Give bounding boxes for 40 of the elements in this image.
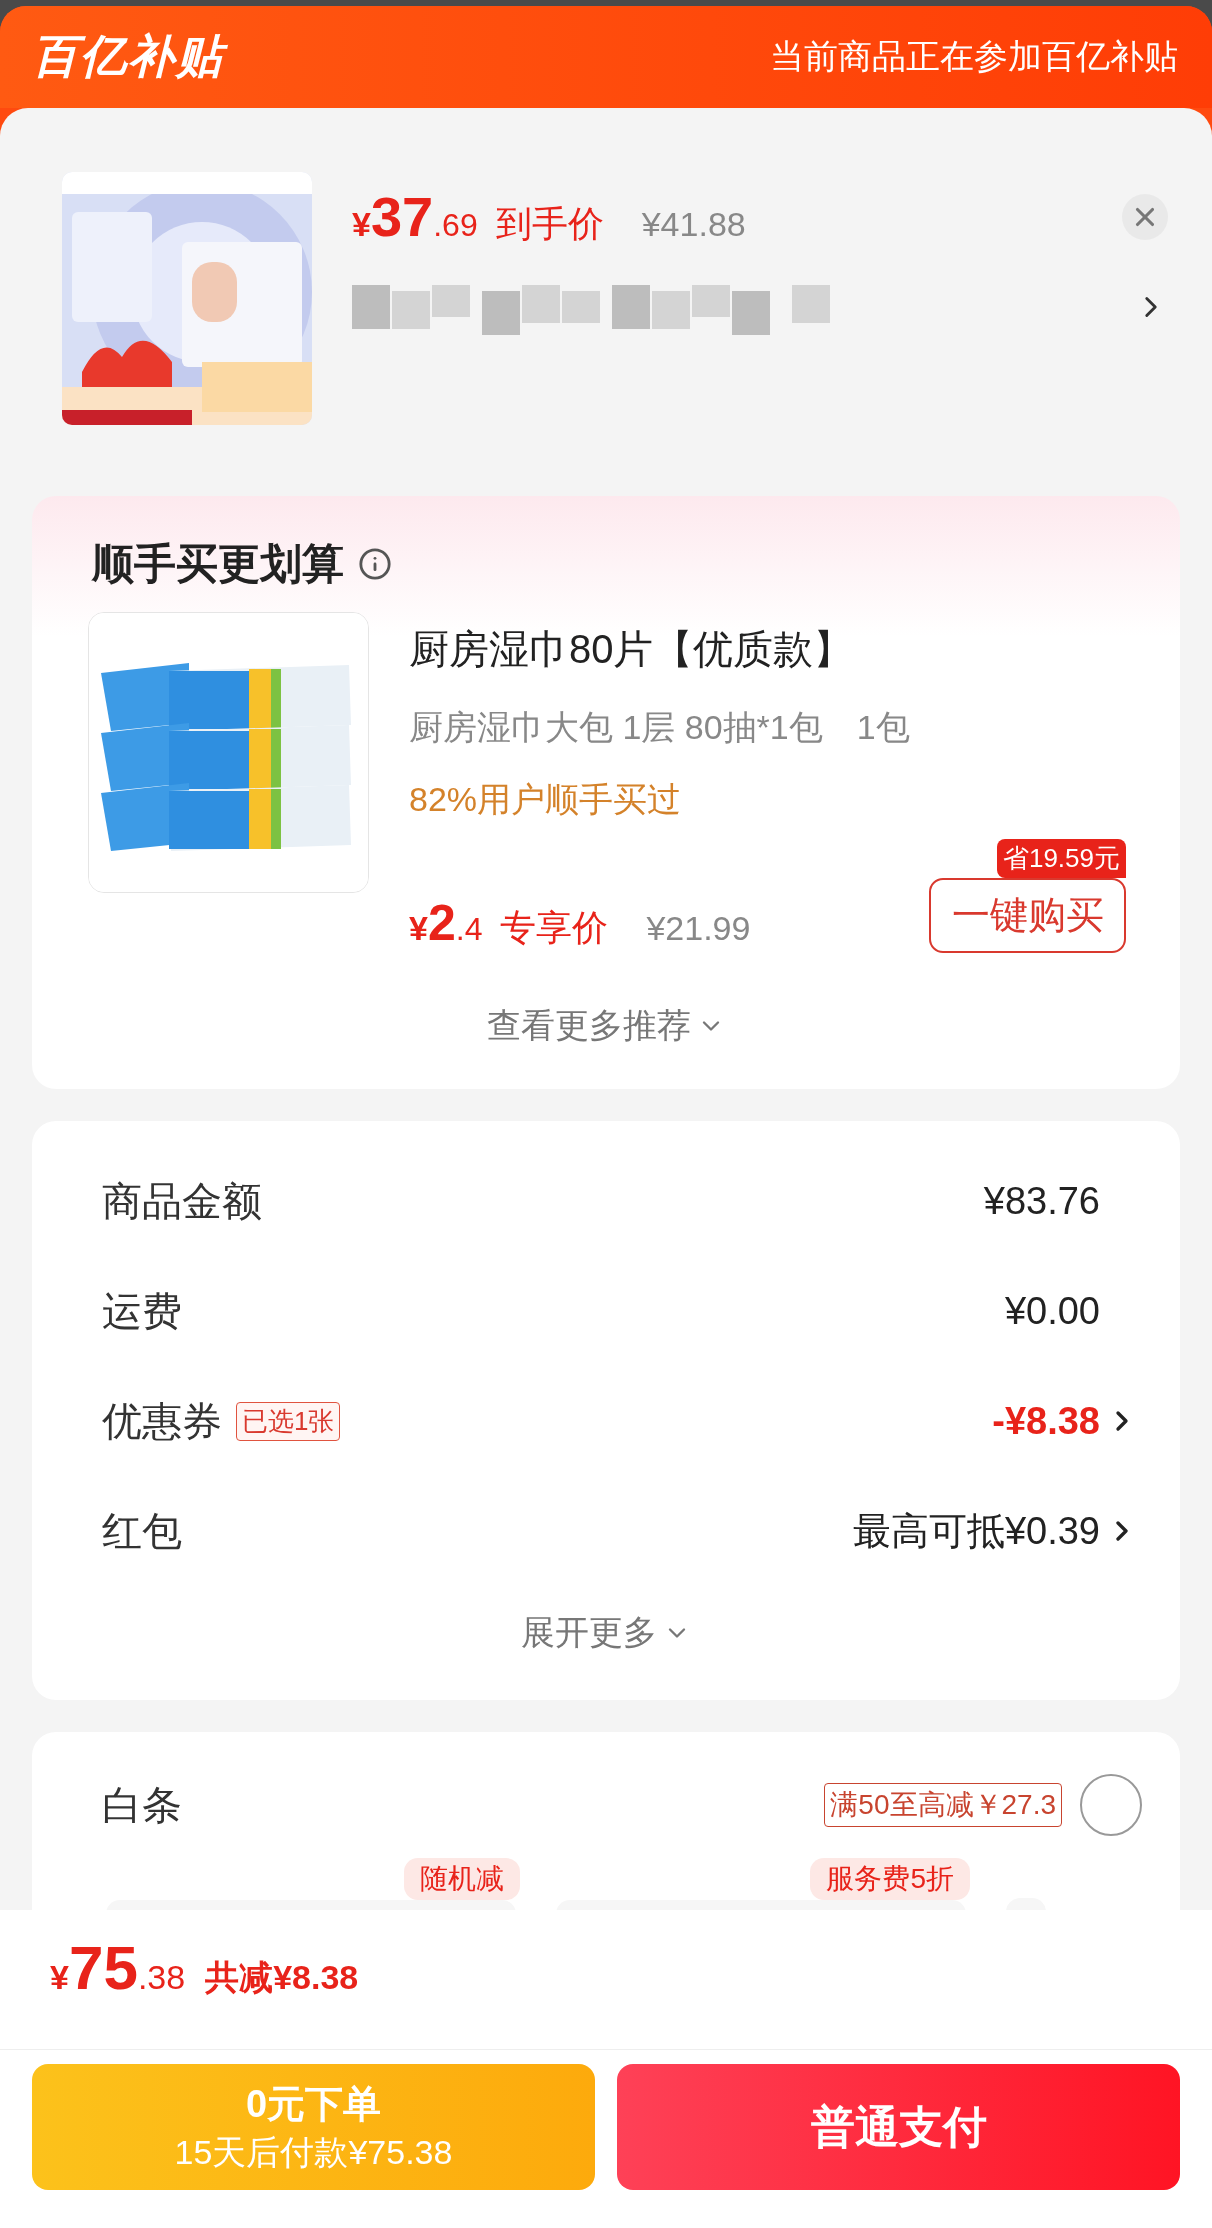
summary-value: -¥8.38 (992, 1399, 1100, 1443)
option-tag: 随机减 (404, 1858, 520, 1900)
one-click-buy-button[interactable]: 一键购买 (929, 878, 1126, 953)
currency-symbol: ¥ (352, 205, 371, 244)
total-savings: 共减¥8.38 (205, 1957, 359, 1998)
price-label: 到手价 (495, 202, 604, 246)
price-decimal: .69 (433, 207, 478, 244)
price-integer: 37 (370, 184, 434, 249)
item-spec: 厨房湿巾大包 1层 80抽*1包 (409, 707, 823, 748)
section-title: 顺手买更划算 (92, 539, 344, 589)
expand-more-link[interactable]: 展开更多 (521, 1610, 691, 1656)
item-name: 厨房湿巾80片【优质款】 (409, 626, 855, 673)
total-decimal: .38 (137, 1958, 186, 1997)
summary-value: 最高可抵¥0.39 (852, 1508, 1100, 1554)
total-integer: 75 (68, 1932, 138, 2003)
summary-value: ¥83.76 (983, 1179, 1100, 1223)
summary-label: 红包 (102, 1507, 182, 1555)
price-label: 专享价 (500, 906, 609, 950)
promo-tag: 满50至高减￥27.3 (824, 1783, 1062, 1827)
option-tag: 服务费5折 (810, 1858, 970, 1900)
more-recommendations-link[interactable]: 查看更多推荐 (487, 1003, 725, 1049)
item-quantity: 1包 (856, 707, 910, 748)
close-button[interactable] (1122, 193, 1168, 240)
currency-symbol: ¥ (50, 1958, 69, 1997)
summary-label: 商品金额 (102, 1177, 262, 1225)
currency-symbol: ¥ (409, 909, 428, 948)
summary-label: 优惠券 (102, 1397, 222, 1445)
subsidy-notice: 当前商品正在参加百亿补贴 (770, 36, 1178, 77)
original-price: ¥41.88 (641, 205, 746, 244)
payment-label: 白条 (102, 1781, 182, 1829)
pay-button[interactable]: 普通支付 (617, 2064, 1180, 2190)
info-icon[interactable] (358, 547, 392, 581)
price-integer: 2 (427, 894, 456, 952)
summary-label: 运费 (102, 1287, 182, 1335)
price-decimal: .4 (455, 911, 483, 948)
coupon-tag: 已选1张 (236, 1401, 341, 1441)
social-proof: 82%用户顺手买过 (409, 779, 683, 820)
original-price: ¥21.99 (646, 909, 751, 948)
savings-badge: 省19.59元 (996, 839, 1126, 878)
summary-value: ¥0.00 (1004, 1289, 1100, 1333)
